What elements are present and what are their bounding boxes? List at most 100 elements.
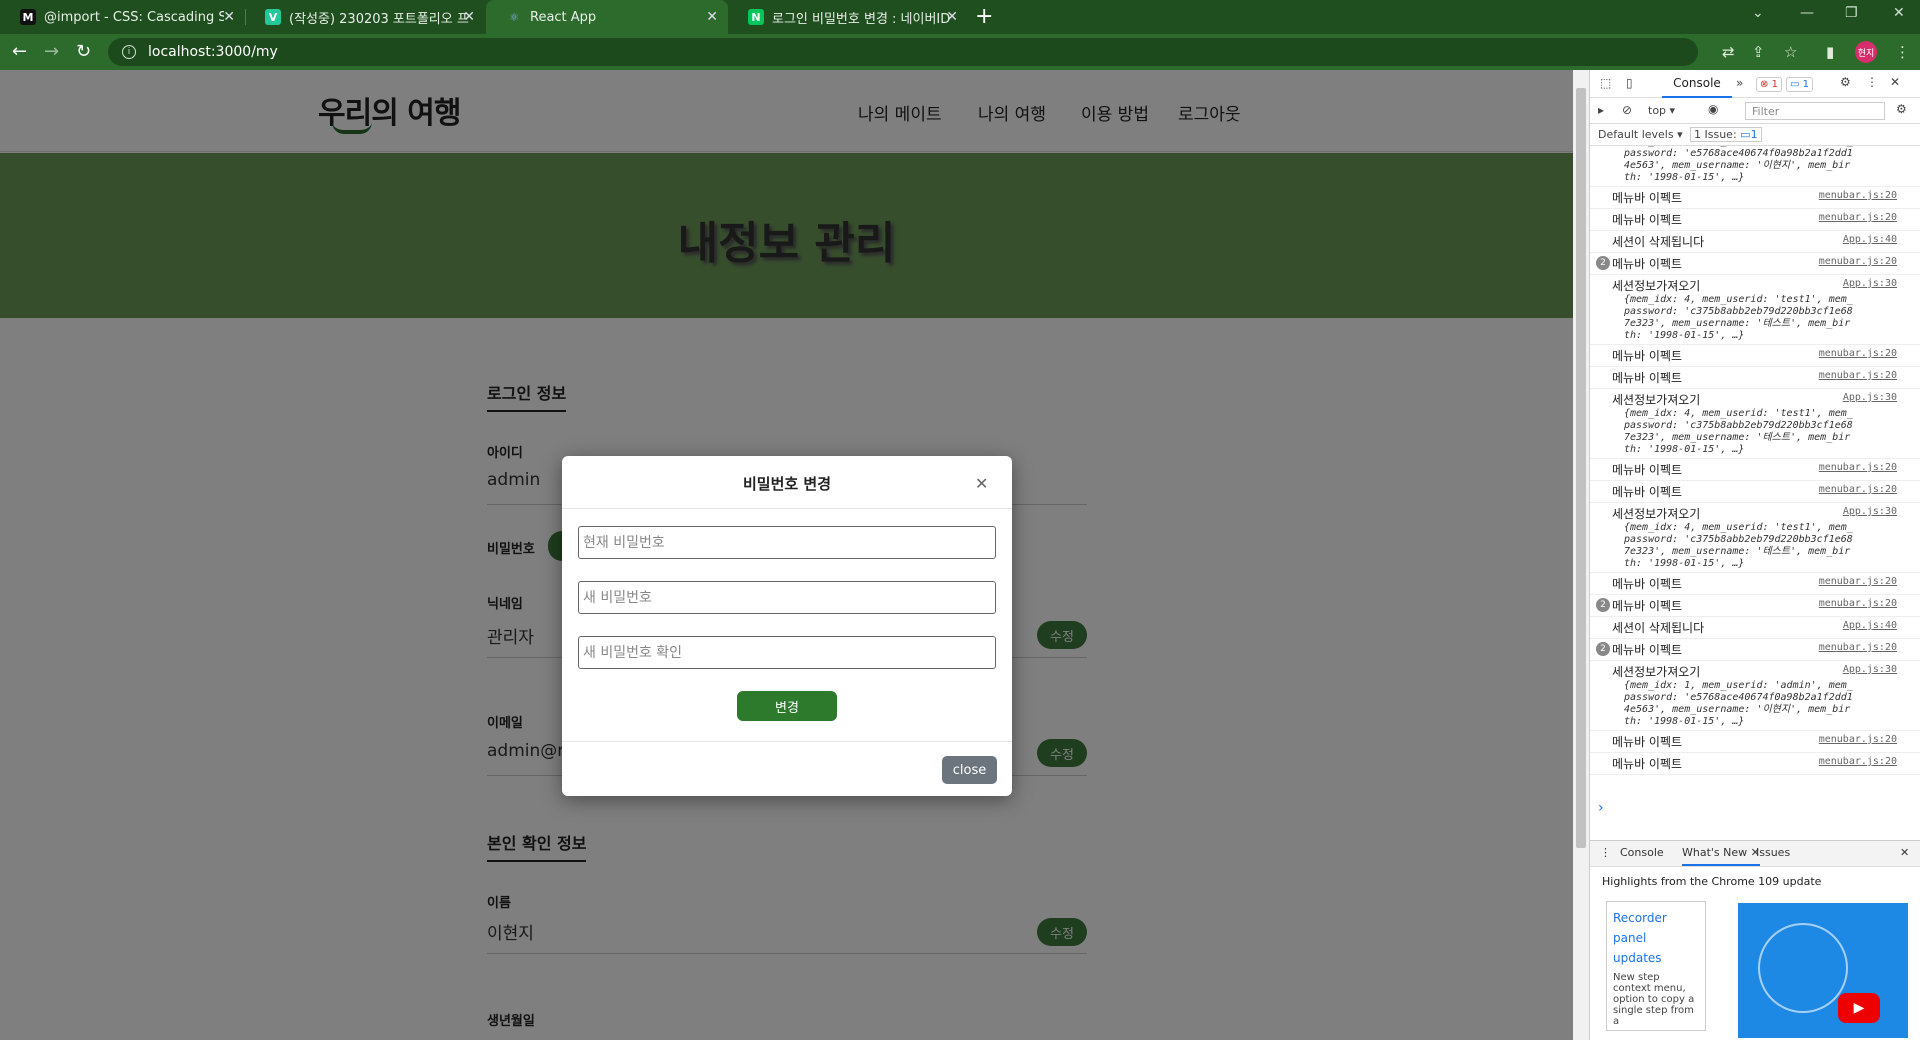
- reload-icon[interactable]: ↻: [76, 41, 91, 62]
- source-link[interactable]: menubar.js:20: [1819, 256, 1897, 267]
- console-object[interactable]: {mem_idx: 1, mem_userid: 'admin', mem_ p…: [1612, 680, 1897, 728]
- console-entry: 세션이 삭제됩니다 App.js:40: [1590, 617, 1920, 639]
- close-icon[interactable]: ✕: [223, 9, 235, 25]
- source-link[interactable]: menubar.js:20: [1819, 598, 1897, 609]
- source-link[interactable]: App.js:40: [1843, 234, 1897, 245]
- close-devtools-icon[interactable]: ✕: [1890, 75, 1900, 89]
- sidebar-toggle-icon[interactable]: ▸: [1598, 103, 1604, 117]
- source-link[interactable]: menubar.js:20: [1819, 212, 1897, 223]
- youtube-play-icon[interactable]: ▶: [1838, 993, 1880, 1023]
- video-thumbnail[interactable]: ▶: [1738, 903, 1908, 1038]
- filter-input[interactable]: Filter: [1745, 102, 1885, 120]
- window-close-icon[interactable]: ✕: [1893, 5, 1905, 21]
- restore-icon[interactable]: ❐: [1845, 5, 1858, 21]
- source-link[interactable]: menubar.js:20: [1819, 370, 1897, 381]
- close-icon[interactable]: ✕: [946, 9, 958, 25]
- issues-label: 1 Issue:: [1694, 128, 1737, 141]
- source-link[interactable]: App.js:30: [1843, 392, 1897, 403]
- browser-tab-active[interactable]: ⚛ React App ✕: [486, 0, 728, 34]
- close-drawer-icon[interactable]: ✕: [1900, 846, 1909, 859]
- source-link[interactable]: menubar.js:20: [1819, 576, 1897, 587]
- minimize-icon[interactable]: —: [1800, 5, 1814, 21]
- drawer-tab-issues[interactable]: Issues: [1756, 846, 1790, 859]
- share-icon[interactable]: ⇪: [1752, 43, 1765, 61]
- kebab-menu-icon[interactable]: ⋮: [1866, 75, 1878, 89]
- confirm-password-input[interactable]: [578, 636, 996, 669]
- eye-icon[interactable]: ◉: [1708, 102, 1718, 116]
- page-viewport: 우리의 여행 나의 메이트 나의 여행 이용 방법 로그아웃 내정보 관리 로그…: [0, 70, 1573, 1040]
- source-link[interactable]: menubar.js:20: [1819, 484, 1897, 495]
- source-link[interactable]: menubar.js:20: [1819, 756, 1897, 767]
- console-entry: 2 메뉴바 이펙트 menubar.js:20: [1590, 639, 1920, 661]
- modal-title: 비밀번호 변경: [742, 475, 832, 493]
- console-entry: 세션정보가져오기 App.js:30 {mem_idx: 4, mem_userid…: [1590, 275, 1920, 345]
- message-badge[interactable]: ▭ 1: [1786, 77, 1814, 92]
- inspect-icon[interactable]: ⬚: [1600, 76, 1611, 90]
- source-link[interactable]: menubar.js:20: [1819, 348, 1897, 359]
- issues-button[interactable]: 1 Issue: ▭1: [1690, 127, 1762, 142]
- page-scrollbar[interactable]: [1573, 70, 1589, 1040]
- new-tab-icon[interactable]: +: [975, 4, 993, 29]
- context-select[interactable]: top ▾: [1648, 104, 1675, 117]
- browser-tab[interactable]: M @import - CSS: Cascading Style ✕: [0, 0, 245, 34]
- source-link[interactable]: App.js:30: [1843, 664, 1897, 675]
- drawer-tab-whats-new[interactable]: What's New ✕: [1682, 846, 1760, 866]
- card-link[interactable]: panel: [1613, 928, 1699, 948]
- side-panel-icon[interactable]: ▮: [1826, 43, 1834, 61]
- console-object[interactable]: {mem_idx: 1, mem_userid: 'admin', mem_ p…: [1612, 146, 1897, 184]
- console-object[interactable]: {mem_idx: 4, mem_userid: 'test1', mem_ p…: [1612, 294, 1897, 342]
- tab-console[interactable]: Console: [1662, 70, 1732, 98]
- menu-icon[interactable]: ⋮: [1895, 43, 1910, 61]
- source-link[interactable]: App.js:30: [1843, 506, 1897, 517]
- submit-password-button[interactable]: 변경: [737, 691, 837, 721]
- repeat-count-badge: 2: [1596, 642, 1610, 656]
- levels-label: Default levels: [1598, 128, 1674, 141]
- browser-tab[interactable]: V (작성중) 230203 포트폴리오 프로 ✕: [245, 0, 485, 34]
- error-count: 1: [1771, 79, 1778, 90]
- levels-toolbar: Default levels ▾ 1 Issue: ▭1: [1590, 124, 1920, 146]
- console-entry: 메뉴바 이펙트 menubar.js:20: [1590, 753, 1920, 775]
- default-levels-select[interactable]: Default levels ▾: [1598, 128, 1683, 141]
- tab-search-icon[interactable]: ⌄: [1752, 5, 1764, 21]
- source-link[interactable]: menubar.js:20: [1819, 190, 1897, 201]
- source-link[interactable]: App.js:30: [1843, 278, 1897, 289]
- drawer-menu-icon[interactable]: ⋮: [1600, 846, 1611, 859]
- console-entry: 세션이 삭제됩니다 App.js:40: [1590, 231, 1920, 253]
- close-icon[interactable]: ✕: [975, 474, 988, 493]
- drawer-tab-console[interactable]: Console: [1620, 846, 1664, 859]
- gear-icon[interactable]: ⚙: [1840, 75, 1851, 89]
- forward-icon[interactable]: →: [44, 41, 59, 62]
- close-icon[interactable]: ✕: [463, 9, 475, 25]
- console-prompt[interactable]: ›: [1598, 800, 1604, 816]
- issues-icon: ▭: [1740, 128, 1751, 141]
- console-entry: 메뉴바 이펙트 menubar.js:20: [1590, 459, 1920, 481]
- device-toolbar-icon[interactable]: ▯: [1626, 76, 1633, 90]
- translate-icon[interactable]: ⇄: [1722, 43, 1735, 61]
- new-password-input[interactable]: [578, 581, 996, 614]
- current-password-input[interactable]: [578, 526, 996, 559]
- browser-tab[interactable]: N 로그인 비밀번호 변경 : 네이버ID ✕: [728, 0, 968, 34]
- console-object[interactable]: {mem_idx: 4, mem_userid: 'test1', mem_ p…: [1612, 408, 1897, 456]
- video-graphic: [1758, 923, 1848, 1013]
- console-object[interactable]: {mem_idx: 4, mem_userid: 'test1', mem_ p…: [1612, 522, 1897, 570]
- scrollbar-thumb[interactable]: [1576, 88, 1586, 848]
- source-link[interactable]: App.js:40: [1843, 620, 1897, 631]
- source-link[interactable]: menubar.js:20: [1819, 734, 1897, 745]
- modal-close-button[interactable]: close: [942, 756, 997, 784]
- bookmark-star-icon[interactable]: ☆: [1784, 43, 1797, 61]
- more-tabs-icon[interactable]: »: [1736, 76, 1743, 90]
- error-badge[interactable]: ⊗ 1: [1756, 77, 1782, 92]
- console-settings-icon[interactable]: ⚙: [1896, 102, 1907, 116]
- site-info-icon[interactable]: i: [122, 45, 136, 59]
- close-icon[interactable]: ✕: [706, 9, 718, 25]
- source-link[interactable]: menubar.js:20: [1819, 642, 1897, 653]
- card-link[interactable]: Recorder: [1613, 908, 1699, 928]
- clear-console-icon[interactable]: ⊘: [1622, 103, 1632, 117]
- profile-avatar[interactable]: 현지: [1855, 41, 1877, 63]
- back-icon[interactable]: ←: [12, 41, 27, 62]
- card-link[interactable]: updates: [1613, 948, 1699, 968]
- repeat-count-badge: 2: [1596, 256, 1610, 270]
- source-link[interactable]: menubar.js:20: [1819, 462, 1897, 473]
- whats-new-card[interactable]: Recorder panel updates New step context …: [1606, 901, 1706, 1031]
- url-bar[interactable]: i localhost:3000/my: [108, 38, 1698, 66]
